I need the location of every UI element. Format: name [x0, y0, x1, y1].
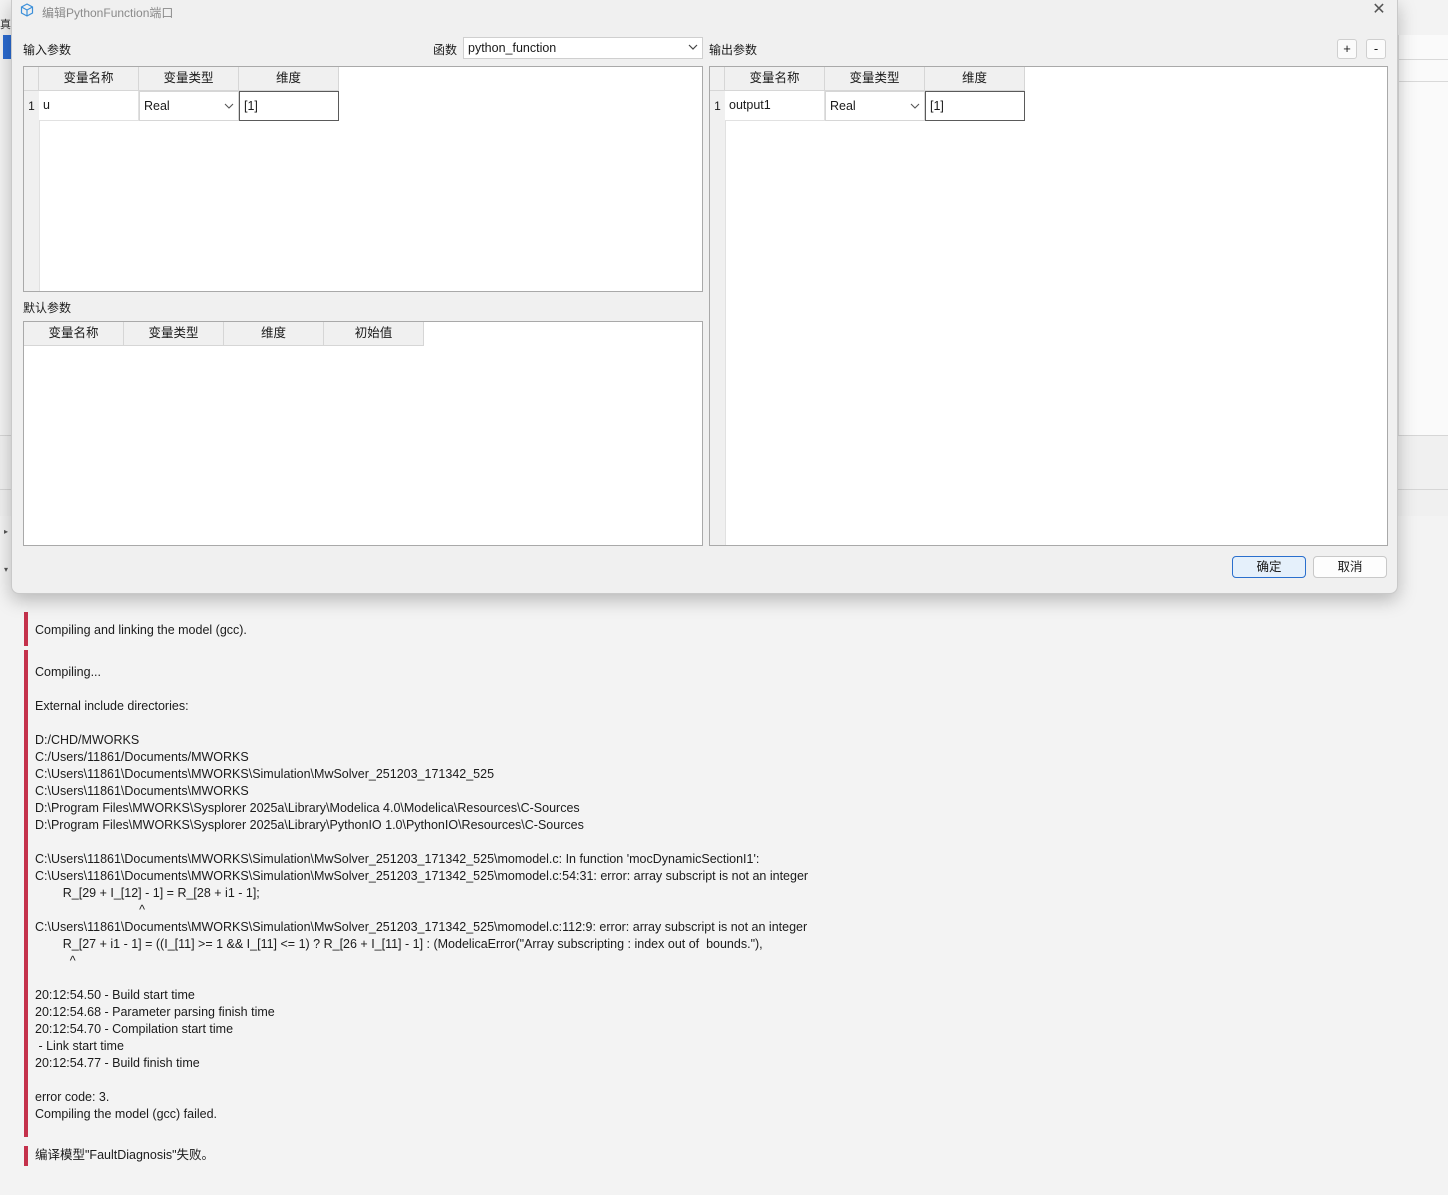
collapse-arrow-icon[interactable]: ▾ [4, 565, 8, 574]
row-number[interactable]: 1 [710, 91, 725, 121]
log-message: Compiling... External include directorie… [24, 650, 808, 1137]
table-row: u Real [1] [39, 91, 339, 121]
background-active-tab-indicator [3, 35, 11, 59]
column-header-name[interactable]: 变量名称 [725, 67, 825, 91]
table-corner[interactable] [24, 67, 39, 91]
input-params-table: 变量名称 变量类型 维度 1 u Real [1] [23, 66, 703, 292]
function-select[interactable]: python_function [463, 37, 703, 59]
input-params-label: 输入参数 [23, 43, 72, 57]
chevron-down-icon [224, 103, 234, 109]
cube-icon [20, 3, 34, 17]
ok-button[interactable]: 确定 [1232, 556, 1306, 578]
table-corner[interactable] [710, 67, 725, 91]
log-message: Compiling and linking the model (gcc). [24, 612, 247, 646]
dialog-titlebar[interactable]: 编辑PythonFunction端口 ✕ [12, 0, 1397, 22]
column-header-type[interactable]: 变量类型 [139, 67, 239, 91]
add-row-button[interactable]: + [1337, 39, 1357, 59]
variable-type-combo[interactable]: Real [139, 91, 239, 121]
minus-icon: - [1373, 41, 1379, 56]
log-message-text: 编译模型"FaultDiagnosis"失败。 [35, 1148, 215, 1162]
variable-type-value: Real [830, 99, 856, 113]
row-number[interactable]: 1 [24, 91, 39, 121]
column-header-type[interactable]: 变量类型 [825, 67, 925, 91]
close-icon: ✕ [1372, 1, 1386, 18]
expand-arrow-icon[interactable]: ▸ [4, 527, 8, 536]
default-params-table: 变量名称 变量类型 维度 初始值 [23, 321, 703, 546]
variable-name-cell[interactable]: output1 [725, 91, 825, 121]
background-menu-char: 真 [0, 19, 11, 31]
default-params-label: 默认参数 [23, 301, 72, 315]
divider [1399, 81, 1448, 82]
column-header-name[interactable]: 变量名称 [39, 67, 139, 91]
divider [1399, 59, 1448, 60]
table-row: output1 Real [1] [725, 91, 1025, 121]
column-header-initial[interactable]: 初始值 [324, 322, 424, 346]
background-right-panel [1398, 35, 1448, 435]
output-log-panel: Compiling and linking the model (gcc). C… [0, 594, 1448, 1195]
variable-name-cell[interactable]: u [39, 91, 139, 121]
log-message-text: Compiling... External include directorie… [35, 665, 809, 1121]
variable-type-combo[interactable]: Real [825, 91, 925, 121]
remove-row-button[interactable]: - [1366, 39, 1386, 59]
dialog-title: 编辑PythonFunction端口 [42, 6, 174, 20]
table-header: 变量名称 变量类型 维度 [39, 67, 339, 91]
column-header-dim[interactable]: 维度 [224, 322, 324, 346]
column-header-dim[interactable]: 维度 [239, 67, 339, 91]
chevron-down-icon [688, 44, 698, 50]
log-message-text: Compiling and linking the model (gcc). [35, 623, 247, 637]
column-header-name[interactable]: 变量名称 [24, 322, 124, 346]
output-params-label: 输出参数 [709, 43, 758, 57]
cancel-button[interactable]: 取消 [1313, 556, 1387, 578]
table-header: 变量名称 变量类型 维度 [725, 67, 1025, 91]
dimension-input[interactable]: [1] [239, 91, 339, 121]
row-header-column [710, 67, 726, 545]
chevron-down-icon [910, 103, 920, 109]
edit-python-function-port-dialog: 编辑PythonFunction端口 ✕ 输入参数 函数 python_func… [11, 0, 1398, 594]
variable-type-value: Real [144, 99, 170, 113]
table-header: 变量名称 变量类型 维度 初始值 [24, 322, 424, 346]
column-header-dim[interactable]: 维度 [925, 67, 1025, 91]
plus-icon: + [1343, 41, 1351, 56]
log-message: 编译模型"FaultDiagnosis"失败。 [24, 1146, 214, 1166]
function-label: 函数 [433, 43, 458, 57]
dimension-input[interactable]: [1] [925, 91, 1025, 121]
output-params-table: 变量名称 变量类型 维度 1 output1 Real [1] [709, 66, 1388, 546]
function-select-value: python_function [468, 41, 557, 55]
column-header-type[interactable]: 变量类型 [124, 322, 224, 346]
close-button[interactable]: ✕ [1367, 0, 1391, 22]
